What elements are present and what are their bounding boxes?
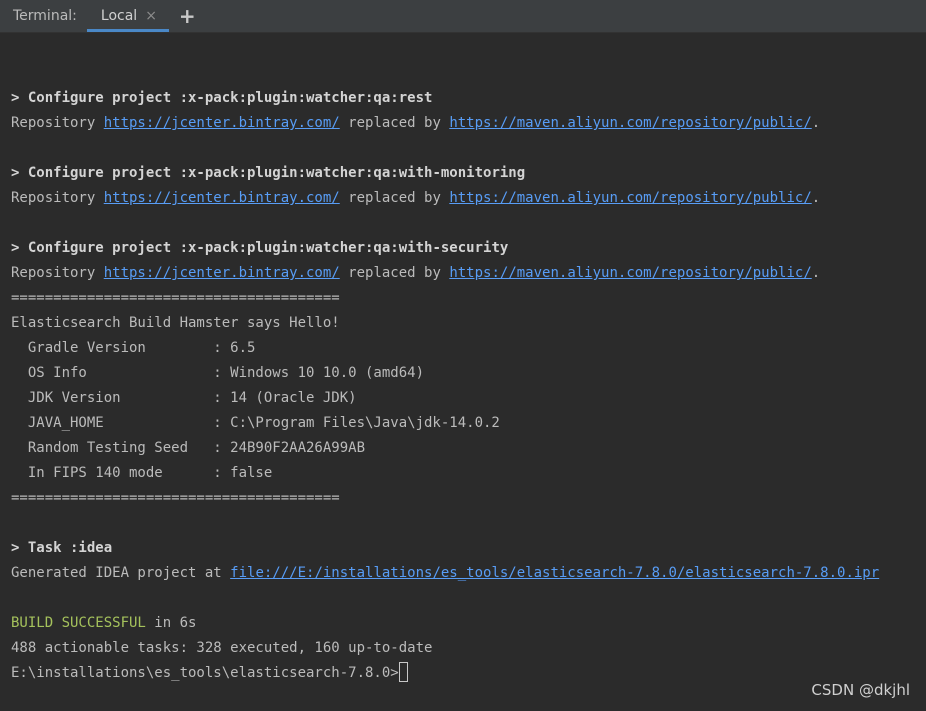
line-prompt-marker: > [11,90,28,106]
terminal-line: Gradle Version : 6.5 [11,336,926,361]
link-aliyun[interactable]: https://maven.aliyun.com/repository/publ… [449,190,811,206]
terminal-line: > Configure project :x-pack:plugin:watch… [11,236,926,261]
terminal-line: OS Info : Windows 10 10.0 (amd64) [11,361,926,386]
line-text: Elasticsearch Build Hamster says Hello! [11,315,340,331]
line-text: Repository [11,115,104,131]
close-icon[interactable]: × [145,8,157,24]
line-text: . [811,115,821,131]
line-heading: Task :idea [27,540,113,556]
terminal-line: ======================================= [11,486,926,511]
line-text: JAVA_HOME : C:\Program Files\Java\jdk-14… [11,415,500,431]
terminal-line: In FIPS 140 mode : false [11,461,926,486]
line-prompt-marker: > [11,240,28,256]
shell-prompt: E:\installations\es_tools\elasticsearch-… [11,665,399,681]
terminal-line: Repository https://jcenter.bintray.com/ … [11,261,926,286]
line-text: replaced by [339,115,450,131]
line-text: ======================================= [11,490,340,506]
line-text: In FIPS 140 mode : false [11,465,273,481]
line-prompt-marker: > [11,540,28,556]
terminal-line: > Configure project :x-pack:plugin:watch… [11,86,926,111]
text-cursor[interactable] [398,662,408,682]
terminal-line: Random Testing Seed : 24B90F2AA26A99AB [11,436,926,461]
line-text: 488 actionable tasks: 328 executed, 160 … [11,640,433,656]
line-prompt-marker: > [11,165,28,181]
terminal-line: Elasticsearch Build Hamster says Hello! [11,311,926,336]
line-text: replaced by [339,265,450,281]
tab-local-label: Local [100,8,138,24]
terminal-line: JAVA_HOME : C:\Program Files\Java\jdk-14… [11,411,926,436]
terminal-line: JDK Version : 14 (Oracle JDK) [11,386,926,411]
line-text: Gradle Version : 6.5 [11,340,256,356]
line-text: . [811,190,821,206]
terminal-line: BUILD SUCCESSFUL in 6s [11,611,926,636]
line-text: . [811,265,821,281]
line-text: Repository [11,190,104,206]
line-text: Repository [11,265,104,281]
link-jcenter[interactable]: https://jcenter.bintray.com/ [104,190,340,206]
link-jcenter[interactable]: https://jcenter.bintray.com/ [104,265,340,281]
line-text: ======================================= [11,290,340,306]
link-jcenter[interactable]: https://jcenter.bintray.com/ [104,115,340,131]
terminal-label: Terminal: [13,8,77,24]
terminal-line: Repository https://jcenter.bintray.com/ … [11,111,926,136]
link-aliyun[interactable]: https://maven.aliyun.com/repository/publ… [449,265,811,281]
terminal-line: > Task :idea [11,536,926,561]
line-text: replaced by [339,190,450,206]
terminal-line: E:\installations\es_tools\elasticsearch-… [11,661,926,686]
add-tab-icon[interactable]: + [171,0,204,32]
terminal-line: Repository https://jcenter.bintray.com/ … [11,186,926,211]
terminal-line: ======================================= [11,286,926,311]
link-aliyun[interactable]: https://maven.aliyun.com/repository/publ… [449,115,811,131]
line-text: Generated IDEA project at [11,565,231,581]
terminal-line: Generated IDEA project at file:///E:/ins… [11,561,926,586]
watermark: CSDN @dkjhl [811,681,910,699]
line-text: JDK Version : 14 (Oracle JDK) [11,390,357,406]
terminal-output[interactable]: > Configure project :x-pack:plugin:watch… [0,33,926,711]
line-heading: Configure project :x-pack:plugin:watcher… [27,240,509,256]
line-heading: Configure project :x-pack:plugin:watcher… [27,90,433,106]
line-text: OS Info : Windows 10 10.0 (amd64) [11,365,425,381]
build-status: BUILD SUCCESSFUL [11,615,146,631]
line-heading: Configure project :x-pack:plugin:watcher… [27,165,526,181]
line-text: Random Testing Seed : 24B90F2AA26A99AB [11,440,366,456]
build-duration: in 6s [145,615,197,631]
terminal-line: > Configure project :x-pack:plugin:watch… [11,161,926,186]
link-ipr-file[interactable]: file:///E:/installations/es_tools/elasti… [230,565,879,581]
terminal-tab-bar: Terminal: Local × + [0,0,926,33]
tab-local[interactable]: Local × [86,0,169,32]
